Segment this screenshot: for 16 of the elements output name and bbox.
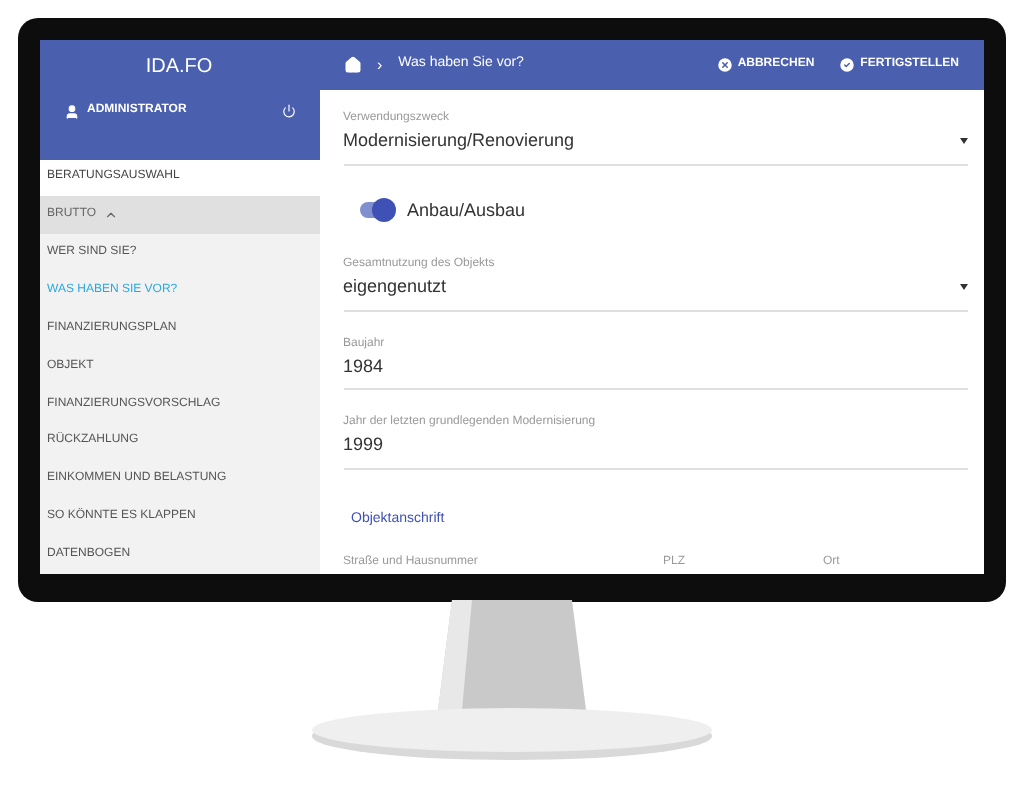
close-icon <box>715 56 734 74</box>
home-icon[interactable] <box>343 56 361 74</box>
user-icon <box>63 103 79 119</box>
input-field[interactable]: 1984 <box>343 353 967 380</box>
app-title: IDA.FO <box>143 54 215 82</box>
toggle-switch[interactable] <box>359 202 391 219</box>
dropdown-field[interactable]: Modernisierung/Renovierung <box>343 128 967 155</box>
breadcrumb-separator: › <box>377 53 383 77</box>
chevron-icon <box>104 208 119 223</box>
input-field[interactable]: 1999 <box>343 432 967 459</box>
power-icon[interactable] <box>281 104 295 118</box>
dropdown-caret-icon <box>959 284 967 291</box>
dropdown-field[interactable]: eigengenutzt <box>343 274 967 301</box>
checkmark-icon <box>838 56 857 74</box>
dropdown-caret-icon <box>959 138 967 145</box>
toggle-label: Anbau/Ausbau <box>407 197 526 223</box>
